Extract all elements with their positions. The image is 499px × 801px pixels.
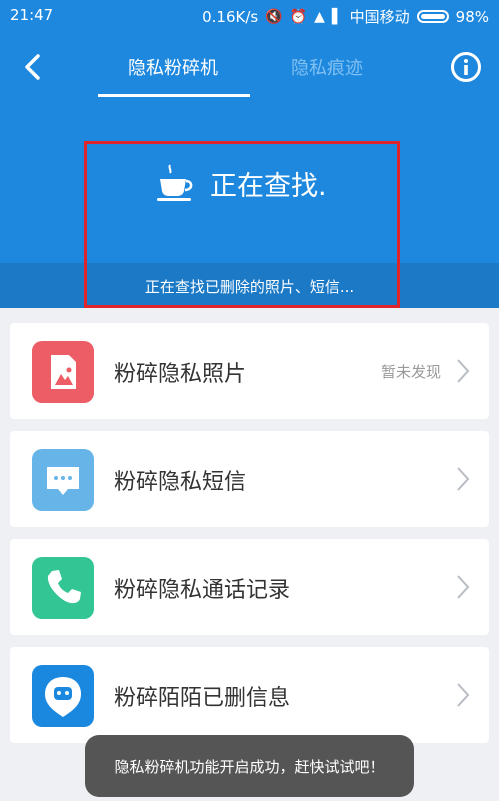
card-label: 粉碎隐私通话记录 — [114, 578, 291, 603]
tab-privacy-traces[interactable]: 隐私痕迹 — [262, 54, 392, 80]
clock: 21:47 — [10, 6, 54, 24]
carrier-name: 中国移动 — [349, 8, 410, 26]
momo-icon — [32, 665, 94, 727]
card-label: 粉碎隐私照片 — [114, 362, 247, 387]
battery-level: 98% — [455, 7, 489, 26]
photo-icon — [32, 341, 94, 403]
network-speed: 0.16K/s — [202, 7, 259, 26]
signal-icon: ▌ — [331, 8, 343, 25]
alarm-icon: ⏰ — [289, 8, 308, 25]
status-bar: 21:47 0.16K/s 🔇 ⏰ ▲ ▌ 中国移动 98% — [0, 0, 499, 34]
tab-privacy-shredder[interactable]: 隐私粉碎机 — [98, 54, 248, 80]
chevron-right-icon — [457, 467, 470, 491]
info-icon — [451, 52, 481, 82]
phone-icon — [32, 557, 94, 619]
mute-icon: 🔇 — [265, 8, 283, 25]
active-tab-indicator — [98, 94, 250, 97]
wifi-icon: ▲ — [314, 8, 325, 25]
shred-photos-card[interactable]: 粉碎隐私照片 暂未发现 — [10, 323, 489, 419]
toast-message: 隐私粉碎机功能开启成功，赶快试试吧！ — [85, 735, 414, 797]
card-status: 暂未发现 — [380, 363, 441, 381]
chevron-right-icon — [457, 683, 470, 707]
shred-momo-card[interactable]: 粉碎陌陌已删信息 — [10, 647, 489, 743]
card-label: 粉碎陌陌已删信息 — [114, 686, 291, 711]
info-button[interactable] — [450, 51, 482, 83]
message-icon — [32, 449, 94, 511]
battery-icon — [416, 10, 449, 23]
card-label: 粉碎隐私短信 — [114, 470, 247, 495]
chevron-right-icon — [457, 359, 470, 383]
chevron-left-icon — [25, 54, 40, 80]
highlight-box — [84, 141, 400, 308]
shred-call-log-card[interactable]: 粉碎隐私通话记录 — [10, 539, 489, 635]
chevron-right-icon — [457, 575, 470, 599]
shred-sms-card[interactable]: 粉碎隐私短信 — [10, 431, 489, 527]
back-button[interactable] — [16, 50, 50, 84]
nav-bar: 隐私粉碎机 隐私痕迹 — [0, 40, 499, 97]
